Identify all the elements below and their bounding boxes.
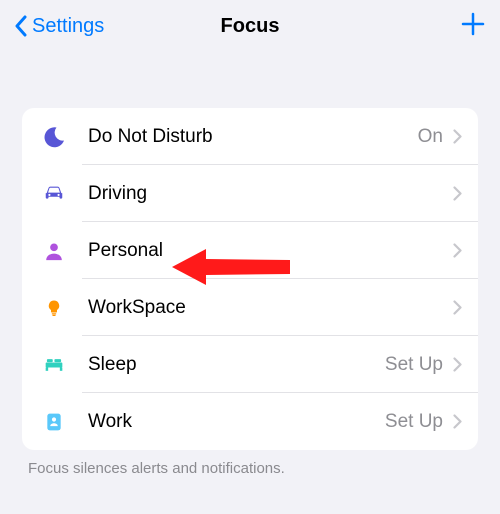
lightbulb-icon [40, 296, 68, 320]
row-label: Work [88, 411, 385, 433]
car-icon [40, 183, 68, 205]
chevron-right-icon [453, 300, 462, 315]
back-label: Settings [32, 15, 104, 38]
row-workspace[interactable]: WorkSpace [22, 279, 478, 336]
row-status: On [418, 126, 443, 148]
page-title: Focus [221, 15, 280, 38]
row-do-not-disturb[interactable]: Do Not Disturb On [22, 108, 478, 165]
chevron-right-icon [453, 357, 462, 372]
chevron-right-icon [453, 129, 462, 144]
person-icon [40, 240, 68, 262]
row-personal[interactable]: Personal [22, 222, 478, 279]
chevron-back-icon [14, 15, 28, 37]
row-label: Personal [88, 240, 443, 262]
row-work[interactable]: Work Set Up [22, 393, 478, 450]
content: Do Not Disturb On Driving Personal [0, 52, 500, 477]
moon-icon [40, 125, 68, 149]
chevron-right-icon [453, 186, 462, 201]
row-status: Set Up [385, 354, 443, 376]
row-label: Do Not Disturb [88, 126, 418, 148]
chevron-right-icon [453, 414, 462, 429]
navbar: Settings Focus [0, 0, 500, 52]
chevron-right-icon [453, 243, 462, 258]
bed-icon [40, 355, 68, 375]
badge-icon [40, 410, 68, 434]
row-sleep[interactable]: Sleep Set Up [22, 336, 478, 393]
row-label: Sleep [88, 354, 385, 376]
row-status: Set Up [385, 411, 443, 433]
row-driving[interactable]: Driving [22, 165, 478, 222]
plus-icon [460, 11, 486, 37]
back-button[interactable]: Settings [14, 15, 104, 38]
row-label: WorkSpace [88, 297, 443, 319]
focus-list: Do Not Disturb On Driving Personal [22, 108, 478, 450]
add-button[interactable] [460, 11, 486, 42]
row-label: Driving [88, 183, 443, 205]
footer-note: Focus silences alerts and notifications. [22, 450, 478, 477]
